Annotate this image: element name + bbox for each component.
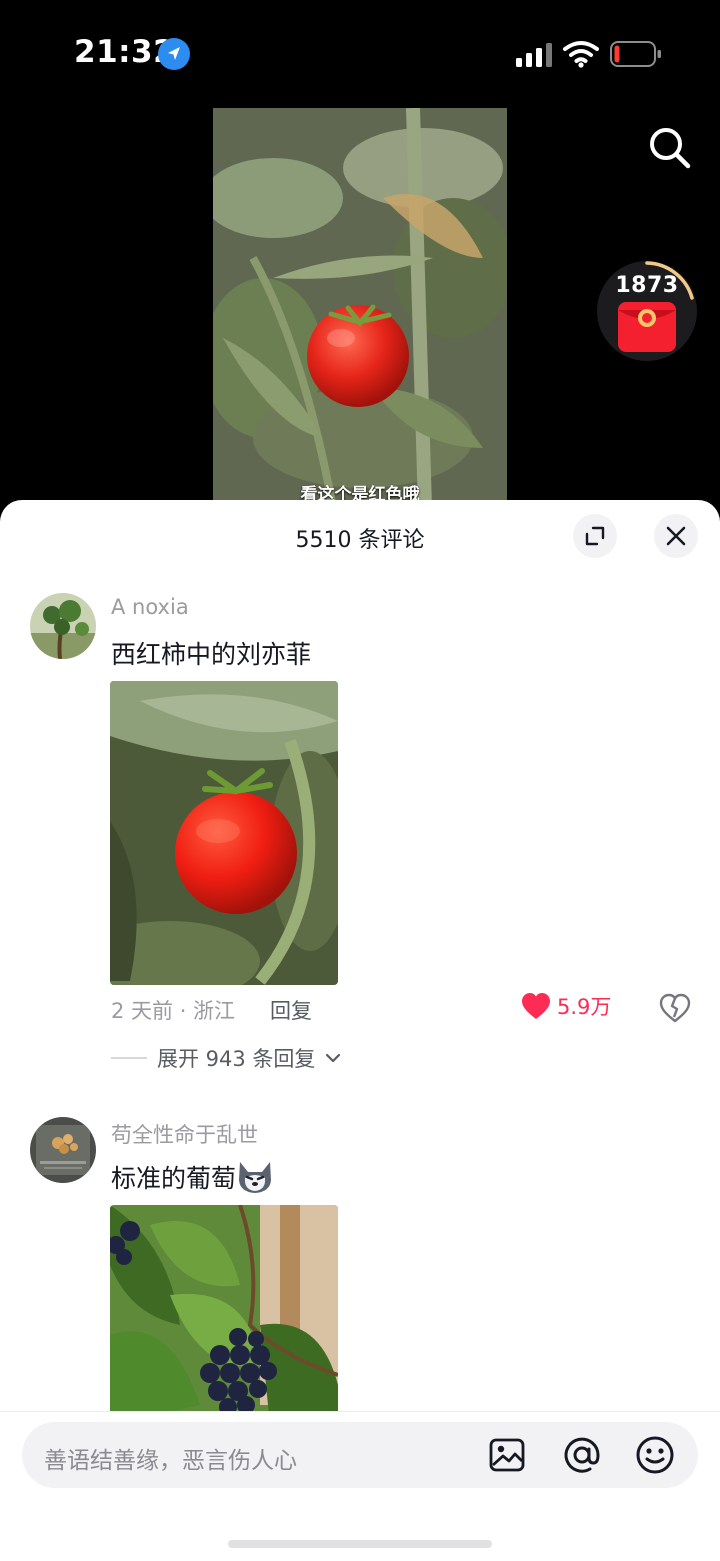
image-icon[interactable] <box>489 1437 525 1473</box>
comments-panel: 5510 条评论 A noxia 西红柿中的刘亦菲 2 天前 · 浙江 回复 5… <box>0 500 720 1561</box>
heart-icon <box>522 993 550 1019</box>
comment-input[interactable]: 善语结善缘，恶言伤人心 <box>22 1422 698 1488</box>
reply-button[interactable]: 回复 <box>270 995 312 1025</box>
wifi-icon <box>563 41 599 68</box>
reward-widget[interactable]: 1873 <box>596 260 698 362</box>
comment-text: 西红柿中的刘亦菲 <box>111 640 312 669</box>
broken-heart-icon[interactable] <box>659 993 691 1023</box>
chevron-down-icon <box>326 1053 341 1063</box>
expand-replies-button[interactable]: 展开 943 条回复 <box>111 1043 341 1073</box>
emoji-icon[interactable] <box>635 1435 675 1475</box>
comment-username[interactable]: A noxia <box>111 595 189 619</box>
expand-replies-label: 展开 943 条回复 <box>157 1047 316 1071</box>
like-count: 5.9万 <box>557 995 612 1019</box>
video-frame-image <box>213 108 507 508</box>
video-player[interactable]: 看这个是红色哦 <box>213 108 507 508</box>
comment-text-row: 标准的葡萄 <box>111 1159 274 1195</box>
location-arrow-icon <box>158 38 190 70</box>
like-button[interactable]: 5.9万 <box>521 991 611 1021</box>
husky-emoji-icon <box>239 1162 272 1193</box>
comment-text: 标准的葡萄 <box>111 1164 237 1193</box>
close-icon <box>666 526 686 546</box>
replies-divider <box>111 1057 147 1059</box>
expand-button[interactable] <box>573 514 617 558</box>
search-icon[interactable] <box>646 124 694 172</box>
home-indicator <box>228 1540 492 1548</box>
reward-count: 1873 <box>615 273 679 298</box>
close-button[interactable] <box>654 514 698 558</box>
avatar[interactable] <box>30 1117 96 1183</box>
comment-input-placeholder: 善语结善缘，恶言伤人心 <box>44 1448 297 1474</box>
comment-image[interactable] <box>110 1205 338 1425</box>
battery-low-icon <box>610 41 661 67</box>
cellular-signal-icon <box>516 43 552 67</box>
avatar[interactable] <box>30 593 96 659</box>
expand-icon <box>585 526 605 546</box>
comment-image[interactable] <box>110 681 338 985</box>
comment-username[interactable]: 苟全性命于乱世 <box>111 1119 258 1149</box>
mention-icon[interactable] <box>562 1435 602 1475</box>
status-bar: 21:32 <box>0 0 720 100</box>
comment-meta: 2 天前 · 浙江 <box>111 999 236 1023</box>
